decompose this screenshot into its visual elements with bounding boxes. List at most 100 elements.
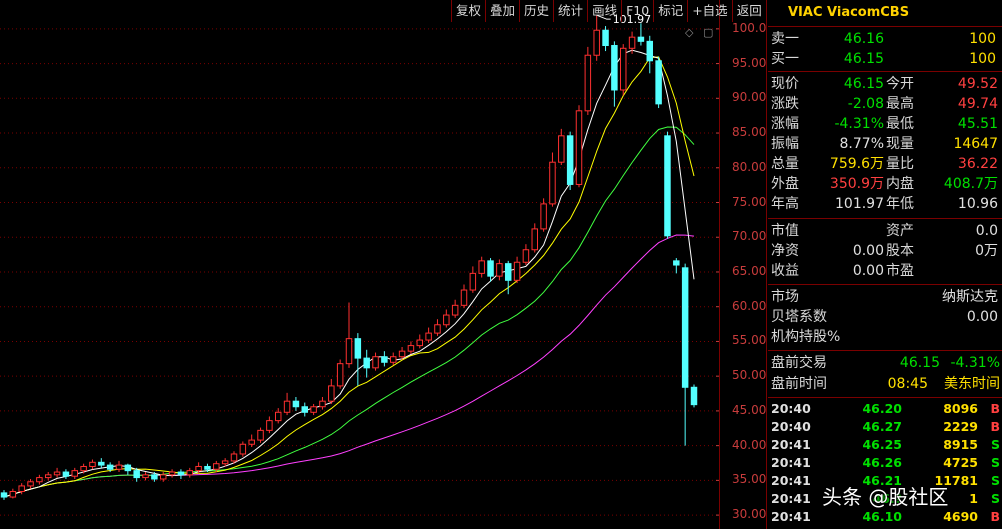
stat-value: 759.6万 bbox=[829, 156, 884, 172]
candle-body bbox=[381, 356, 388, 363]
candle-body bbox=[310, 406, 317, 413]
candle-body bbox=[142, 474, 149, 479]
divider bbox=[768, 284, 1002, 285]
stat-label: 内盘 bbox=[886, 176, 914, 192]
candle-body bbox=[106, 464, 114, 470]
candle-body bbox=[168, 471, 176, 476]
price-tick-label: 35.00 bbox=[732, 472, 767, 487]
ma5-line bbox=[3, 49, 695, 498]
stock-title: VIAC ViacomCBS bbox=[788, 5, 910, 20]
tick-volume: 4725 bbox=[943, 455, 978, 470]
tick-time: 20:41 bbox=[771, 473, 811, 488]
restore-rights-button[interactable]: 复权 bbox=[451, 0, 485, 22]
price-tick-label: 95.00 bbox=[732, 55, 767, 70]
stat-value: 10.96 bbox=[957, 196, 998, 212]
candlestick-plot[interactable]: 101.97 bbox=[0, 0, 720, 529]
fundamental-label: 收益 bbox=[771, 263, 799, 279]
tick-side: S bbox=[990, 455, 1000, 470]
stat-value: 350.9万 bbox=[829, 176, 884, 192]
tick-side: B bbox=[990, 401, 1000, 416]
draw-line-button[interactable]: 画线 bbox=[587, 0, 621, 22]
candle-body bbox=[345, 338, 353, 365]
candle-body bbox=[98, 461, 105, 466]
pretime-label: 盘前时间 bbox=[771, 376, 827, 392]
tick-side: S bbox=[990, 473, 1000, 488]
tick-volume: 8915 bbox=[943, 437, 978, 452]
candle-body bbox=[619, 47, 627, 91]
stat-value: -2.08 bbox=[847, 96, 884, 112]
history-button[interactable]: 历史 bbox=[519, 0, 553, 22]
fundamental-value: 0.0 bbox=[975, 223, 998, 239]
tick-price: 46.26 bbox=[862, 455, 902, 470]
tick-side: B bbox=[990, 419, 1000, 434]
candle-body bbox=[301, 406, 309, 413]
tick-row[interactable]: 20:41 46.26 4725 S bbox=[768, 454, 1002, 472]
candle-body bbox=[133, 470, 140, 479]
stat-row: 年高 101.97 年低 10.96 bbox=[768, 194, 1002, 214]
fundamental-label: 市盈 bbox=[886, 263, 914, 279]
premarket-change: -4.31% bbox=[950, 355, 1000, 371]
price-tick-label: 65.00 bbox=[732, 263, 767, 278]
fundamental-row: 市值 资产 0.0 bbox=[768, 221, 1002, 241]
stat-value: 101.97 bbox=[835, 196, 884, 212]
kline-chart[interactable]: 101.97 复权 叠加 历史 统计 画线 F10 标记 +自选 返回 ◇ ▢ … bbox=[0, 0, 766, 529]
tick-row[interactable]: 20:40 46.27 2229 B bbox=[768, 418, 1002, 436]
fundamental-value: 0万 bbox=[975, 243, 998, 259]
stat-value: 36.22 bbox=[957, 156, 998, 172]
chart-corner-icons: ◇ ▢ bbox=[685, 26, 719, 39]
stat-row: 总量 759.6万 量比 36.22 bbox=[768, 154, 1002, 174]
pretime-time: 08:45 bbox=[887, 376, 928, 392]
square-icon[interactable]: ▢ bbox=[703, 26, 713, 39]
candle-body bbox=[36, 477, 43, 483]
candle-body bbox=[496, 263, 503, 277]
tick-side: B bbox=[990, 509, 1000, 524]
candle-body bbox=[504, 263, 512, 281]
bid1-volume: 100 bbox=[969, 51, 996, 67]
price-tick-label: 70.00 bbox=[732, 229, 767, 244]
tick-time: 20:41 bbox=[771, 491, 811, 506]
stat-label: 现价 bbox=[771, 76, 799, 92]
candle-body bbox=[434, 324, 441, 334]
fundamental-value: 0.00 bbox=[852, 263, 884, 279]
candle-body bbox=[443, 314, 450, 326]
candle-body bbox=[221, 460, 229, 465]
tick-row[interactable]: 20:40 46.20 8096 B bbox=[768, 400, 1002, 418]
candle-body bbox=[407, 345, 415, 352]
candle-body bbox=[558, 135, 565, 163]
stat-label: 年低 bbox=[886, 196, 914, 212]
tick-price: 46.25 bbox=[862, 437, 902, 452]
candle-body bbox=[602, 29, 609, 47]
stat-value: 45.51 bbox=[957, 116, 998, 132]
divider bbox=[768, 71, 1002, 72]
candle-body bbox=[62, 471, 70, 477]
candle-body bbox=[425, 332, 432, 341]
candle-body bbox=[664, 135, 671, 237]
candle-body bbox=[27, 481, 34, 487]
price-tick-label: 45.00 bbox=[732, 402, 767, 417]
stat-label: 涨幅 bbox=[771, 116, 799, 132]
candle-body bbox=[71, 470, 79, 477]
candle-body bbox=[628, 36, 636, 49]
candle-body bbox=[681, 267, 689, 388]
statistics-button[interactable]: 统计 bbox=[553, 0, 587, 22]
market-value: 纳斯达克 bbox=[942, 289, 998, 305]
candle-body bbox=[283, 400, 291, 413]
stat-label: 外盘 bbox=[771, 176, 799, 192]
candle-body bbox=[213, 463, 220, 470]
stat-label: 涨跌 bbox=[771, 96, 799, 112]
tick-row[interactable]: 20:41 46.10 4690 B bbox=[768, 508, 1002, 526]
candle-body bbox=[151, 474, 158, 480]
beta-value: 0.00 bbox=[966, 309, 998, 325]
diamond-icon[interactable]: ◇ bbox=[685, 26, 693, 39]
candle-body bbox=[53, 471, 61, 476]
institution-row: 机构持股% bbox=[768, 327, 1002, 347]
tick-time: 20:41 bbox=[771, 509, 811, 524]
mark-button[interactable]: 标记 bbox=[653, 0, 687, 22]
candle-body bbox=[637, 36, 645, 42]
divider bbox=[768, 397, 1002, 398]
f10-button[interactable]: F10 bbox=[621, 0, 653, 22]
price-tick-label: 75.00 bbox=[732, 194, 767, 209]
candle-body bbox=[389, 356, 397, 363]
overlay-button[interactable]: 叠加 bbox=[485, 0, 519, 22]
tick-row[interactable]: 20:41 46.25 8915 S bbox=[768, 436, 1002, 454]
